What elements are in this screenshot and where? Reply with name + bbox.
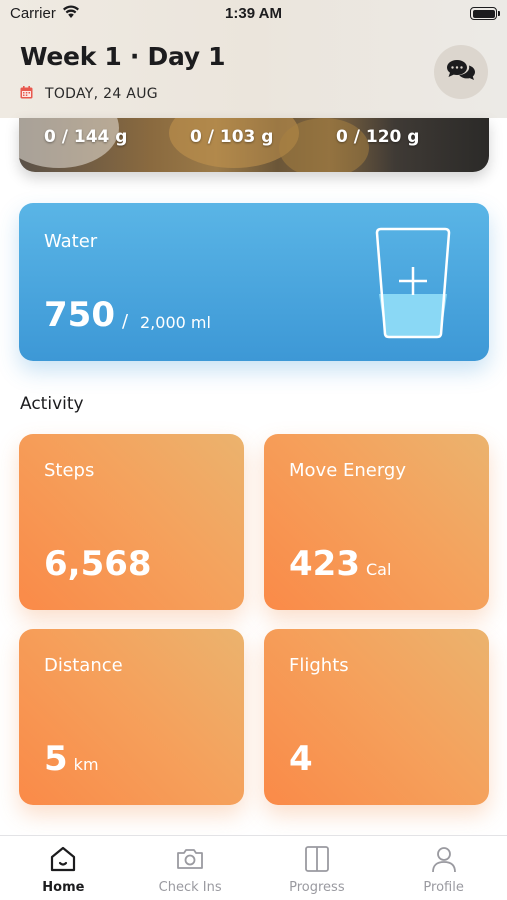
date-label: TODAY, 24 AUG — [45, 85, 158, 102]
macro-value: 0 / 144 g — [44, 127, 128, 147]
tab-profile[interactable]: Profile — [380, 836, 507, 900]
calendar-icon — [20, 84, 33, 103]
tab-bar: Home Check Ins Progress Profile — [0, 835, 507, 900]
steps-tile[interactable]: Steps 6,568 — [19, 434, 244, 610]
distance-tile[interactable]: Distance 5 km — [19, 629, 244, 805]
water-value: 750 — [44, 295, 115, 335]
move-energy-tile[interactable]: Move Energy 423 Cal — [264, 434, 489, 610]
tile-value: 4 — [289, 739, 313, 779]
tile-label: Distance — [44, 655, 123, 676]
tile-value: 423 Cal — [289, 544, 391, 584]
water-card[interactable]: Water 750 / 2,000 ml — [19, 203, 489, 361]
water-separator: / — [122, 311, 129, 332]
tab-label: Progress — [289, 880, 345, 895]
chat-bubbles-icon — [445, 57, 477, 87]
tile-unit: km — [73, 755, 99, 774]
tile-number: 6,568 — [44, 544, 152, 584]
page-title: Week 1 · Day 1 — [20, 42, 226, 71]
tab-label: Profile — [423, 880, 464, 895]
tab-home[interactable]: Home — [0, 836, 127, 900]
home-icon — [48, 844, 78, 874]
tile-label: Flights — [289, 655, 349, 676]
macro-value: 0 / 103 g — [190, 127, 274, 147]
status-time: 1:39 AM — [225, 5, 282, 22]
tile-label: Steps — [44, 460, 95, 481]
date-row[interactable]: TODAY, 24 AUG — [20, 84, 158, 103]
activity-section-title: Activity — [20, 394, 84, 414]
status-bar: Carrier 1:39 AM — [0, 0, 507, 28]
person-icon — [429, 844, 459, 874]
tile-unit: Cal — [365, 560, 392, 579]
add-water-button[interactable] — [373, 227, 453, 339]
tile-value: 6,568 — [44, 544, 152, 584]
meal-macros-card[interactable]: 0 / 144 g 0 / 103 g 0 / 120 g — [19, 118, 489, 172]
camera-icon — [175, 844, 205, 874]
tab-progress[interactable]: Progress — [254, 836, 381, 900]
header-area: Carrier 1:39 AM Week 1 · Day 1 TODAY, 24… — [0, 0, 507, 118]
flights-tile[interactable]: Flights 4 — [264, 629, 489, 805]
tile-number: 4 — [289, 739, 313, 779]
book-icon — [302, 844, 332, 874]
macro-value: 0 / 120 g — [336, 127, 420, 147]
battery-icon — [470, 7, 500, 20]
water-title: Water — [44, 231, 98, 252]
chat-button[interactable] — [434, 45, 488, 99]
water-glass-icon — [375, 227, 451, 339]
tile-value: 5 km — [44, 739, 99, 779]
tile-number: 5 — [44, 739, 68, 779]
tab-label: Check Ins — [158, 880, 222, 895]
tile-label: Move Energy — [289, 460, 407, 481]
tab-check-ins[interactable]: Check Ins — [127, 836, 254, 900]
tab-label: Home — [42, 880, 85, 895]
water-goal: 2,000 ml — [140, 313, 211, 332]
tile-number: 423 — [289, 544, 360, 584]
